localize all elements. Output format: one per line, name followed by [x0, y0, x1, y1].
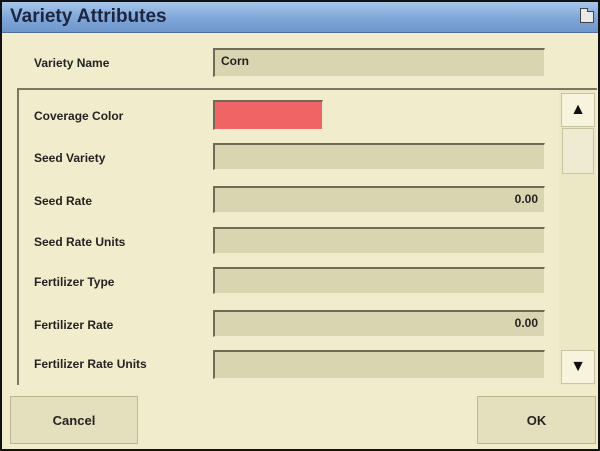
coverage-color-swatch[interactable] — [213, 100, 323, 130]
seed-rate-units-field[interactable] — [213, 227, 545, 254]
scroll-up-button[interactable]: ▲ — [561, 93, 595, 127]
window-title: Variety Attributes — [10, 6, 167, 27]
fertilizer-type-field[interactable] — [213, 267, 545, 294]
fertilizer-rate-units-field[interactable] — [213, 350, 545, 379]
scroll-thumb[interactable] — [562, 128, 594, 174]
fertilizer-rate-field[interactable]: 0.00 — [213, 310, 545, 337]
coverage-color-label: Coverage Color — [34, 109, 124, 123]
seed-variety-field[interactable] — [213, 143, 545, 170]
fertilizer-rate-label: Fertilizer Rate — [34, 318, 114, 332]
cancel-button[interactable]: Cancel — [10, 396, 138, 444]
seed-rate-units-label: Seed Rate Units — [34, 235, 126, 249]
ok-button[interactable]: OK — [477, 396, 596, 444]
triangle-up-icon: ▲ — [570, 101, 586, 118]
seed-variety-label: Seed Variety — [34, 151, 106, 165]
variety-name-label: Variety Name — [34, 56, 110, 70]
seed-rate-field[interactable]: 0.00 — [213, 186, 545, 213]
fertilizer-type-label: Fertilizer Type — [34, 275, 115, 289]
title-bar: Variety Attributes — [2, 2, 598, 33]
folder-icon[interactable] — [580, 8, 594, 23]
variety-name-field[interactable]: Corn — [213, 48, 545, 77]
seed-rate-label: Seed Rate — [34, 194, 93, 208]
scroll-down-button[interactable]: ▼ — [561, 350, 595, 384]
fertilizer-rate-units-label: Fertilizer Rate Units — [34, 357, 147, 371]
triangle-down-icon: ▼ — [570, 358, 586, 375]
